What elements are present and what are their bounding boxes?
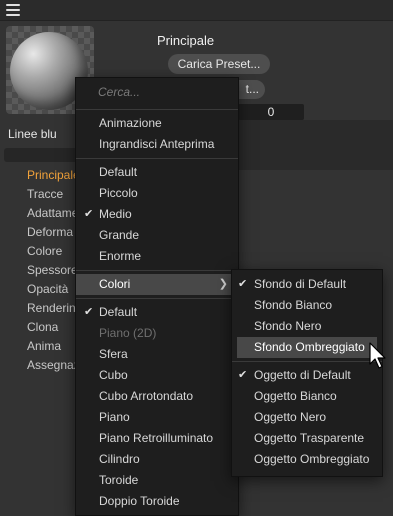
preview-context-menu: Cerca... Animazione Ingrandisci Anteprim… <box>75 77 239 516</box>
section-title: Principale <box>157 33 215 48</box>
menu-item-size-medio[interactable]: ✔ Medio <box>76 204 238 225</box>
load-preset-button[interactable]: Carica Preset... <box>168 54 270 74</box>
menu-item-size-piccolo[interactable]: Piccolo <box>76 183 238 204</box>
submenu-item-oggetto-nero[interactable]: Oggetto Nero <box>232 407 382 428</box>
colori-submenu: ✔ Sfondo di Default Sfondo Bianco Sfondo … <box>231 269 383 477</box>
submenu-item-label: Sfondo Bianco <box>254 298 333 312</box>
menu-item-label: Piccolo <box>99 186 138 200</box>
menu-item-shape-default[interactable]: ✔ Default <box>76 302 238 323</box>
menu-item-label: Enorme <box>99 249 142 263</box>
menu-item-colori[interactable]: Colori ❯ <box>76 274 238 295</box>
submenu-item-sfondo-bianco[interactable]: Sfondo Bianco <box>232 295 382 316</box>
menu-item-label: Piano Retroilluminato <box>99 431 214 445</box>
chevron-right-icon: ❯ <box>218 278 228 290</box>
menu-item-label: Default <box>99 165 138 179</box>
menu-item-doppio-toroide[interactable]: Doppio Toroide <box>76 491 238 512</box>
hamburger-icon[interactable] <box>6 4 20 16</box>
menu-item-label: Doppio Toroide <box>99 494 180 508</box>
top-bar <box>0 0 393 21</box>
submenu-item-label: Oggetto Trasparente <box>254 431 365 445</box>
checkmark-icon: ✔ <box>84 306 94 318</box>
menu-item-label: Piano <box>99 410 130 424</box>
menu-separator <box>76 298 238 299</box>
submenu-item-oggetto-default[interactable]: ✔ Oggetto di Default <box>232 365 382 386</box>
attribute-panel-area <box>238 120 393 170</box>
menu-separator <box>76 158 238 159</box>
menu-item-label: Colori <box>99 277 131 291</box>
menu-item-toroide[interactable]: Toroide <box>76 470 238 491</box>
menu-item-size-grande[interactable]: Grande <box>76 225 238 246</box>
menu-item-label: Cilindro <box>99 452 140 466</box>
mouse-pointer-icon <box>369 342 386 369</box>
submenu-item-oggetto-trasparente[interactable]: Oggetto Trasparente <box>232 428 382 449</box>
number-field[interactable]: 0 <box>238 104 304 120</box>
menu-item-piano[interactable]: Piano <box>76 407 238 428</box>
submenu-item-sfondo-ombreggiato[interactable]: Sfondo Ombreggiato <box>237 337 377 358</box>
checkmark-icon: ✔ <box>84 208 94 220</box>
material-name: Linee blu <box>8 127 57 141</box>
menu-item-cilindro[interactable]: Cilindro <box>76 449 238 470</box>
menu-item-label: Sfera <box>99 347 128 361</box>
menu-item-label: Piano (2D) <box>99 326 157 340</box>
submenu-item-label: Oggetto di Default <box>254 368 351 382</box>
menu-item-label: Default <box>99 305 138 319</box>
submenu-item-label: Sfondo Nero <box>254 319 322 333</box>
menu-item-size-enorme[interactable]: Enorme <box>76 246 238 267</box>
material-name-field[interactable] <box>4 148 84 162</box>
submenu-item-label: Sfondo Ombreggiato <box>254 340 365 354</box>
menu-item-size-default[interactable]: Default <box>76 162 238 183</box>
checkmark-icon: ✔ <box>238 278 248 290</box>
menu-item-label: Grande <box>99 228 140 242</box>
menu-item-ingrandisci-anteprima[interactable]: Ingrandisci Anteprima <box>76 134 238 155</box>
menu-separator <box>232 361 382 362</box>
submenu-item-label: Oggetto Nero <box>254 410 327 424</box>
submenu-item-label: Oggetto Bianco <box>254 389 337 403</box>
checkmark-icon: ✔ <box>238 369 248 381</box>
menu-separator <box>76 109 238 110</box>
menu-item-label: Cubo Arrotondato <box>99 389 194 403</box>
menu-item-cubo[interactable]: Cubo <box>76 365 238 386</box>
submenu-item-sfondo-default[interactable]: ✔ Sfondo di Default <box>232 274 382 295</box>
menu-item-label: Toroide <box>99 473 139 487</box>
menu-separator <box>76 270 238 271</box>
submenu-item-oggetto-ombreggiato[interactable]: Oggetto Ombreggiato <box>232 449 382 470</box>
submenu-item-label: Sfondo di Default <box>254 277 347 291</box>
submenu-item-oggetto-bianco[interactable]: Oggetto Bianco <box>232 386 382 407</box>
submenu-item-sfondo-nero[interactable]: Sfondo Nero <box>232 316 382 337</box>
menu-item-label: Cubo <box>99 368 128 382</box>
menu-search-input[interactable]: Cerca... <box>76 78 238 106</box>
menu-item-animazione[interactable]: Animazione <box>76 113 238 134</box>
menu-item-piano-retroilluminato[interactable]: Piano Retroilluminato <box>76 428 238 449</box>
submenu-item-label: Oggetto Ombreggiato <box>254 452 370 466</box>
menu-item-label: Medio <box>99 207 132 221</box>
menu-item-sfera[interactable]: Sfera <box>76 344 238 365</box>
menu-item-cubo-arrotondato[interactable]: Cubo Arrotondato <box>76 386 238 407</box>
menu-item-piano-2d: Piano (2D) <box>76 323 238 344</box>
